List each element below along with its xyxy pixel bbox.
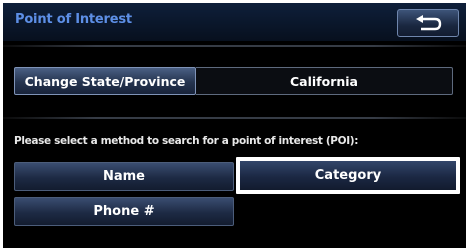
- current-state-display: California: [196, 67, 453, 95]
- back-button[interactable]: [397, 9, 459, 37]
- header-divider: [3, 45, 466, 47]
- category-search-button[interactable]: Category: [236, 157, 460, 194]
- poi-screen: Point of Interest Change State/Province …: [3, 3, 466, 248]
- name-search-button[interactable]: Name: [14, 162, 234, 191]
- instruction-text: Please select a method to search for a p…: [14, 135, 359, 147]
- section-divider: [3, 117, 466, 119]
- phone-search-button[interactable]: Phone #: [14, 197, 234, 226]
- change-state-button[interactable]: Change State/Province: [14, 67, 196, 95]
- page-title: Point of Interest: [15, 12, 132, 27]
- return-arrow-icon: [416, 15, 442, 31]
- header-bar: Point of Interest: [3, 3, 466, 41]
